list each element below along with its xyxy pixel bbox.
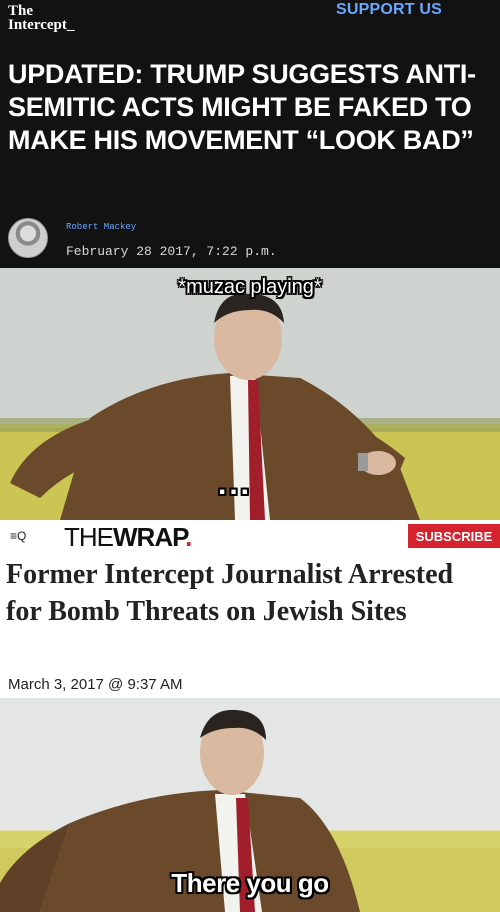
author-avatar[interactable] [8, 218, 48, 258]
support-us-link[interactable]: SUPPORT US [336, 1, 442, 19]
author-name-link[interactable]: Robert Mackey [66, 222, 136, 232]
meme-scene-there-you-go: There you go [0, 698, 500, 912]
thewrap-header-panel: ≡Q THEWRAP. SUBSCRIBE Former Intercept J… [0, 520, 500, 698]
there-you-go-caption: There you go [171, 868, 329, 898]
thewrap-date: March 3, 2017 @ 9:37 AM [8, 676, 183, 693]
logo-wrap: WRAP [113, 522, 186, 552]
intercept-header-panel: The Intercept_ SUPPORT US UPDATED: TRUMP… [0, 0, 500, 268]
menu-search-icon[interactable]: ≡Q [10, 529, 26, 543]
thewrap-logo[interactable]: THEWRAP. [64, 522, 192, 553]
subscribe-button[interactable]: SUBSCRIBE [408, 524, 500, 548]
article-date: February 28 2017, 7:22 p.m. [66, 244, 277, 259]
ellipsis-caption: ... [218, 468, 253, 501]
intercept-logo-line2: Intercept_ [8, 17, 75, 33]
thewrap-headline: Former Intercept Journalist Arrested for… [6, 559, 454, 627]
intercept-logo-line1: The [8, 3, 34, 19]
logo-the: THE [64, 522, 114, 552]
top-caption: *muzac playing* [178, 276, 322, 298]
intercept-headline: UPDATED: TRUMP SUGGESTS ANTI-SEMITIC ACT… [8, 59, 476, 155]
logo-dot: . [185, 522, 192, 552]
intercept-logo[interactable]: The Intercept_ [8, 3, 75, 33]
meme-scene-watch: *muzac playing* ... [0, 268, 500, 520]
